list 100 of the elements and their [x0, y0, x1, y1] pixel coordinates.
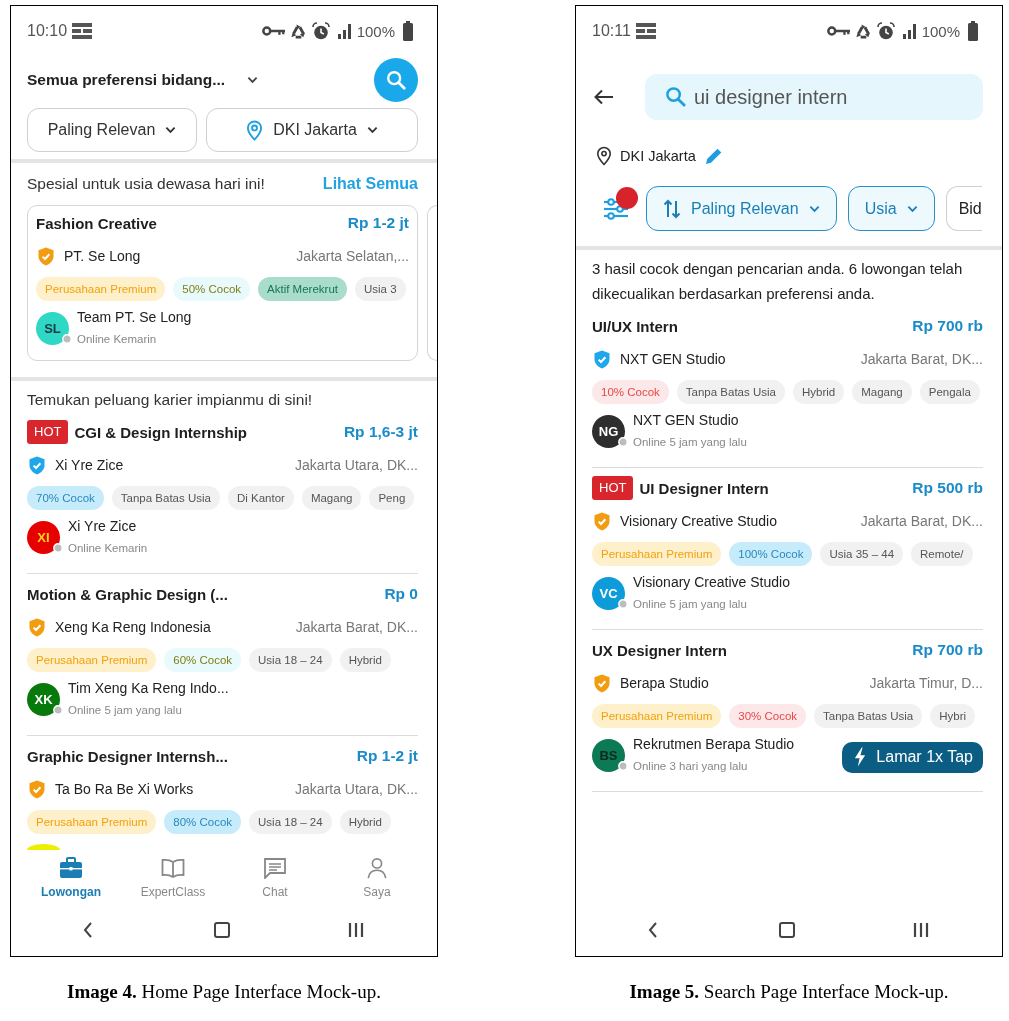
square-icon[interactable]: [214, 922, 230, 938]
field-preference-dropdown[interactable]: Semua preferensi bidang...: [27, 71, 226, 89]
job-tag: Hybri: [930, 704, 976, 728]
three-bars-icon[interactable]: [348, 922, 364, 938]
company-name: Xeng Ka Reng Indonesia: [55, 619, 211, 635]
salary: Rp 500 rb: [912, 479, 983, 497]
filter-chip[interactable]: Paling Relevan: [646, 186, 837, 231]
job-card[interactable]: Fashion Creative Rp 1-2 jt PT. Se Long Jakarta Selatan,... Perusahaan Premium 50% Cocok Aktif Merekrut Usia 3 SL Team PT. Se Long Online Kemarin: [27, 205, 418, 361]
job-tag: Usia 18 – 24: [249, 648, 332, 672]
status-time: 10:10: [27, 22, 68, 40]
battery-percent: 100%: [356, 22, 395, 40]
online-status: Online 5 jam yang lalu: [633, 597, 748, 611]
back-arrow-icon[interactable]: [594, 89, 614, 105]
job-tag: Tanpa Batas Usia: [111, 486, 220, 510]
company-name: PT. Se Long: [64, 248, 141, 264]
status-dot-icon: [618, 599, 628, 609]
job-tag: Usia 3: [355, 277, 406, 301]
job-location: Jakarta Barat, DK...: [295, 619, 418, 635]
job-tag: Remote/: [911, 542, 973, 566]
nav-tab[interactable]: Lowongan: [20, 851, 122, 913]
avatar-initials: BS: [599, 748, 618, 763]
chevron-down-icon[interactable]: [247, 76, 259, 84]
nav-tab[interactable]: Saya: [326, 851, 428, 913]
pencil-icon[interactable]: [703, 146, 724, 166]
alarm-clock-icon: [311, 22, 330, 40]
filter-chip[interactable]: Bid: [945, 186, 982, 231]
person-icon: [365, 857, 389, 879]
job-tag: Pengala: [919, 380, 980, 404]
section-title: Spesial untuk usia dewasa hari ini!: [27, 175, 265, 193]
three-bars-icon[interactable]: [913, 922, 929, 938]
job-tag: Perusahaan Premium: [27, 648, 157, 672]
job-location: Jakarta Timur, D...: [869, 675, 983, 691]
recruiter-name: Visionary Creative Studio: [633, 573, 790, 591]
signal-icon: [902, 23, 917, 39]
job-title[interactable]: Fashion Creative: [36, 214, 157, 232]
job-tag: Peng: [369, 486, 415, 510]
back-icon[interactable]: [83, 922, 93, 938]
job-title[interactable]: CGI & Design Internship: [74, 423, 247, 441]
online-status: Online 5 jam yang lalu: [68, 703, 183, 717]
job-tag: Magang: [852, 380, 912, 404]
hot-badge: HOT: [27, 420, 69, 444]
alarm-clock-icon: [876, 22, 895, 40]
job-title[interactable]: UX Designer Intern: [592, 641, 728, 659]
grid-icon: [72, 23, 93, 39]
hot-badge: HOT: [592, 476, 634, 500]
avatar-initials: VC: [599, 586, 618, 601]
job-tag: 100% Cocok: [729, 542, 813, 566]
company-name: Ta Bo Ra Be Xi Works: [55, 781, 194, 797]
salary: Rp 700 rb: [912, 317, 983, 335]
back-icon[interactable]: [648, 922, 658, 938]
battery-percent: 100%: [921, 22, 960, 40]
filter-chip[interactable]: Usia: [847, 186, 935, 231]
sort-arrows-icon: [663, 198, 681, 219]
salary: Rp 1-2 jt: [347, 214, 409, 232]
search-button[interactable]: [374, 58, 418, 102]
job-tag: 80% Cocok: [164, 810, 242, 834]
filter-dropdown[interactable]: DKI Jakarta: [206, 108, 418, 152]
job-title[interactable]: Graphic Designer Internsh...: [27, 747, 228, 765]
nav-tab[interactable]: ExpertClass: [122, 851, 224, 913]
job-location: Jakarta Utara, DK...: [295, 781, 418, 797]
shield-check-icon: [594, 349, 610, 369]
battery-icon: [968, 21, 978, 41]
job-title[interactable]: UI/UX Intern: [592, 317, 678, 335]
search-field[interactable]: ui designer intern: [645, 74, 983, 120]
job-tag: Tanpa Batas Usia: [814, 704, 923, 728]
shield-check-icon: [29, 779, 45, 799]
job-title[interactable]: UI Designer Intern: [639, 479, 769, 497]
shield-check-icon: [29, 617, 45, 637]
result-summary: 3 hasil cocok dengan pencarian anda. 6 lowongan telah dikecualikan berdasarkan preferensi anda.: [591, 259, 964, 304]
job-tag: Perusahaan Premium: [592, 542, 722, 566]
job-tag: Usia 18 – 24: [249, 810, 332, 834]
chevron-down-icon: [366, 126, 378, 134]
location-label: DKI Jakarta: [620, 148, 696, 164]
figure-caption: Image 5. Search Page Interface Mock-up.: [629, 981, 949, 1003]
shield-check-icon: [594, 511, 610, 531]
status-dot-icon: [53, 705, 63, 715]
job-tag: Hybrid: [339, 648, 391, 672]
avatar-initials: NG: [598, 424, 619, 439]
lightning-icon: [854, 747, 867, 767]
location-pin-icon: [596, 146, 612, 166]
location-pin-icon: [246, 119, 264, 141]
job-tag: Hybrid: [792, 380, 845, 404]
company-name: Berapa Studio: [620, 675, 709, 691]
job-title[interactable]: Motion & Graphic Design (...: [27, 585, 228, 603]
recruiter-name: NXT GEN Studio: [633, 411, 740, 429]
signal-icon: [337, 23, 352, 39]
apply-button[interactable]: Lamar 1x Tap: [842, 741, 983, 773]
status-dot-icon: [618, 761, 628, 771]
search-icon: [665, 86, 686, 107]
online-status: Online 3 hari yang lalu: [633, 759, 749, 773]
filter-dropdown[interactable]: Paling Relevan: [27, 108, 197, 152]
briefcase-icon: [59, 857, 83, 879]
status-dot-icon: [618, 437, 628, 447]
sliders-icon[interactable]: [603, 197, 629, 220]
job-location: Jakarta Barat, DK...: [860, 351, 983, 367]
square-icon[interactable]: [779, 922, 795, 938]
nav-tab[interactable]: Chat: [224, 851, 326, 913]
avatar-initials: SL: [44, 321, 61, 336]
job-location: Jakarta Utara, DK...: [295, 457, 418, 473]
recruiter-name: Tim Xeng Ka Reng Indo...: [68, 679, 229, 697]
